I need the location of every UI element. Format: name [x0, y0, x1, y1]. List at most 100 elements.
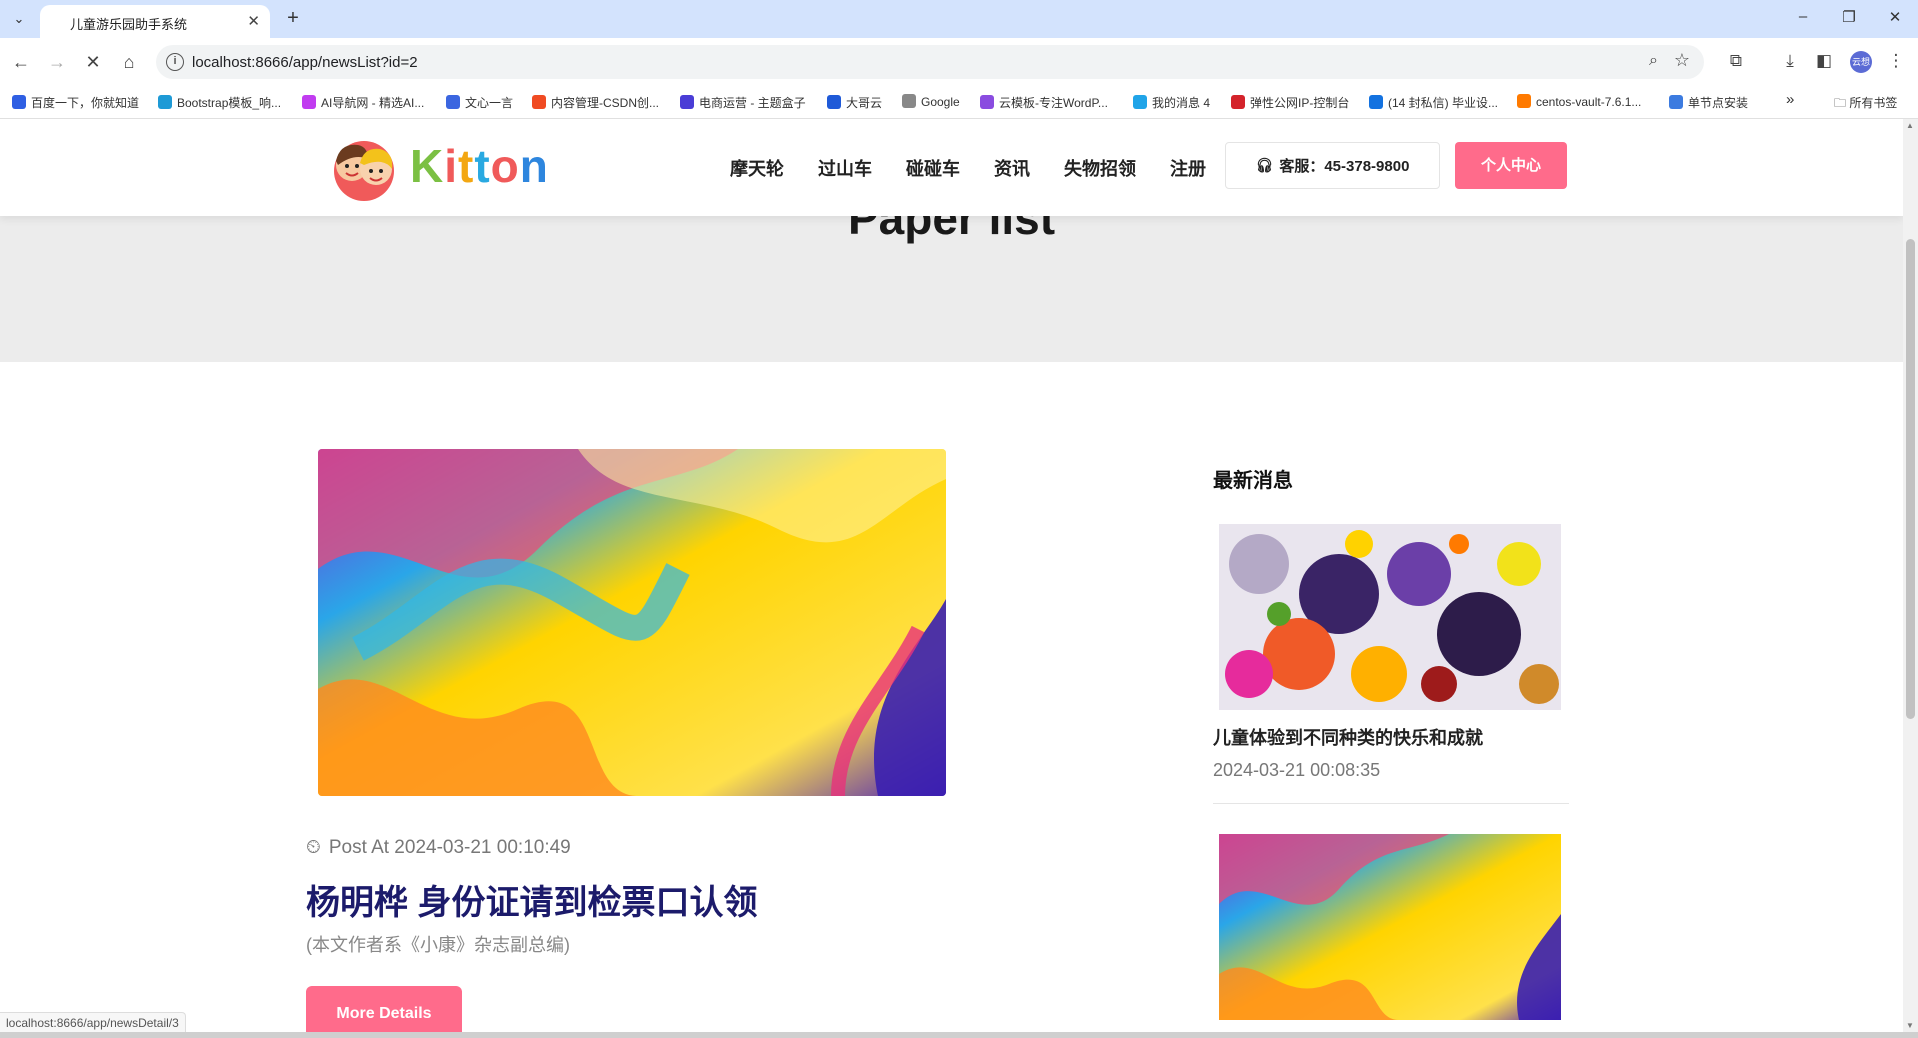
minimize-icon[interactable]: –: [1790, 8, 1816, 30]
bookmark-item[interactable]: 大哥云: [827, 94, 882, 111]
scroll-down-icon[interactable]: ▼: [1906, 1021, 1914, 1030]
divider: [1213, 803, 1569, 804]
home-icon[interactable]: ⌂: [116, 50, 142, 76]
url-text[interactable]: localhost:8666/app/newsList?id=2: [192, 54, 418, 71]
post-date: Post At 2024-03-21 00:10:49: [328, 837, 571, 858]
side-panel-icon[interactable]: ◧: [1812, 50, 1836, 74]
bookmark-item[interactable]: 内容管理-CSDN创...: [532, 94, 659, 111]
nav-item[interactable]: 过山车: [818, 155, 872, 181]
bookmark-favicon-icon: [1517, 94, 1531, 108]
new-tab-icon[interactable]: +: [280, 6, 306, 32]
bookmark-item[interactable]: 弹性公网IP-控制台: [1231, 94, 1349, 111]
more-bookmarks-icon[interactable]: »: [1786, 91, 1794, 108]
news-thumbnail[interactable]: [1219, 834, 1561, 1020]
bookmark-label: centos-vault-7.6.1...: [1536, 95, 1642, 109]
nav-item[interactable]: 碰碰车: [906, 155, 960, 181]
bookmark-favicon-icon: [1133, 95, 1147, 109]
bookmark-item[interactable]: 我的消息 4: [1133, 94, 1210, 111]
menu-kebab-icon[interactable]: ⋮: [1884, 50, 1908, 74]
bookmark-favicon-icon: [532, 95, 546, 109]
main-nav: 摩天轮 过山车 碰碰车 资讯 失物招领 注册: [730, 155, 1240, 181]
bookmark-label: Google: [921, 95, 960, 109]
tab-strip: ⌄ 儿童游乐园助手系统 ✕ + – ❐ ✕: [0, 0, 1918, 38]
bookmark-item[interactable]: 云模板-专注WordP...: [980, 94, 1108, 111]
browser-tab-active[interactable]: 儿童游乐园助手系统 ✕: [40, 5, 270, 38]
bookmark-favicon-icon: [902, 94, 916, 108]
bookmark-favicon-icon: [1669, 95, 1683, 109]
bookmark-favicon-icon: [980, 95, 994, 109]
window-close-icon[interactable]: ✕: [1882, 8, 1908, 30]
tab-search-icon[interactable]: ⌄: [6, 6, 32, 32]
forward-icon[interactable]: →: [44, 50, 70, 76]
bookmark-item[interactable]: Google: [902, 94, 960, 109]
post-excerpt: (本文作者系《小康》杂志副总编): [306, 935, 570, 955]
scrollbar-thumb[interactable]: [1906, 239, 1915, 719]
bookmark-label: 大哥云: [846, 96, 883, 110]
phone-text: 客服：45-378-9800: [1279, 158, 1410, 175]
site-logo[interactable]: Kitton: [324, 131, 549, 201]
news-date: 2024-03-21 00:08:35: [1213, 760, 1381, 780]
bookmark-item[interactable]: 百度一下，你就知道: [12, 94, 139, 111]
tab-close-icon[interactable]: ✕: [247, 12, 260, 30]
download-icon[interactable]: ⤓: [1778, 50, 1802, 74]
bookmark-favicon-icon: [302, 95, 316, 109]
bookmark-item[interactable]: (14 封私信) 毕业设...: [1369, 94, 1498, 111]
folder-icon: 🗀︎: [1834, 96, 1850, 110]
restore-icon[interactable]: ❐: [1836, 8, 1862, 30]
news-title[interactable]: 儿童体验到不同种类的快乐和成就: [1213, 724, 1483, 750]
latest-news-sidebar: 最新消息 儿童体验到不同种类的快乐和成就 2024-03-21 00:08:35: [1213, 464, 1569, 1020]
nav-item[interactable]: 资讯: [994, 155, 1030, 181]
bookmark-favicon-icon: [680, 95, 694, 109]
kids-logo-icon: [334, 141, 394, 201]
browser-chrome: ⌄ 儿童游乐园助手系统 ✕ + – ❐ ✕ ← → ✕ ⌂ i localhos…: [0, 0, 1918, 119]
address-bar[interactable]: i localhost:8666/app/newsList?id=2 ⌕ ☆: [156, 45, 1704, 79]
bookmark-label: 单节点安装: [1688, 96, 1749, 110]
bookmark-label: (14 封私信) 毕业设...: [1388, 96, 1499, 110]
more-details-button[interactable]: More Details: [306, 986, 462, 1032]
status-bar-url: localhost:8666/app/newsDetail/3: [0, 1012, 186, 1032]
nav-item[interactable]: 失物招领: [1064, 155, 1136, 181]
browser-toolbar: ← → ✕ ⌂ i localhost:8666/app/newsList?id…: [0, 38, 1918, 86]
back-icon[interactable]: ←: [8, 50, 34, 76]
zoom-icon[interactable]: ⌕: [1649, 52, 1658, 70]
scroll-up-icon[interactable]: ▲: [1906, 121, 1914, 130]
page-viewport: Paper list Kitton 摩天轮 过山车 碰碰车 资讯 失物招领 注册 🎧︎ 客…: [0, 119, 1903, 1032]
bookmark-label: 弹性公网IP-控制台: [1250, 96, 1350, 110]
all-bookmarks-folder[interactable]: 🗀︎ 所有书签: [1834, 94, 1897, 115]
bookmark-label: 电商运营 - 主题盒子: [699, 96, 806, 110]
bookmark-item[interactable]: 电商运营 - 主题盒子: [680, 94, 806, 111]
bookmark-item[interactable]: Bootstrap模板_响...: [158, 94, 281, 111]
page-scrollbar[interactable]: ▲ ▼: [1903, 119, 1918, 1032]
bookmark-label: 我的消息 4: [1152, 96, 1211, 110]
bookmark-label: 文心一言: [465, 96, 514, 110]
sidebar-title: 最新消息: [1213, 470, 1293, 492]
headset-icon: 🎧︎: [1255, 157, 1274, 173]
post-image[interactable]: [318, 449, 946, 796]
logo-text: Kitton: [410, 140, 549, 192]
bookmarks-bar: 百度一下，你就知道 Bootstrap模板_响... AI导航网 - 精选AI...…: [0, 86, 1918, 119]
bookmark-item[interactable]: AI导航网 - 精选AI...: [302, 94, 424, 111]
nav-item[interactable]: 注册: [1170, 155, 1206, 181]
bookmark-star-icon[interactable]: ☆: [1674, 50, 1690, 71]
extensions-icon[interactable]: ⧉: [1724, 50, 1748, 74]
news-thumbnail[interactable]: [1219, 524, 1561, 710]
bookmark-item[interactable]: centos-vault-7.6.1...: [1517, 94, 1641, 109]
bookmark-label: 云模板-专注WordP...: [999, 96, 1108, 110]
post-title[interactable]: 杨明桦 身份证请到检票口认领: [306, 875, 757, 924]
bookmark-favicon-icon: [827, 95, 841, 109]
bookmark-favicon-icon: [158, 95, 172, 109]
bookmark-label: AI导航网 - 精选AI...: [321, 96, 425, 110]
user-center-button[interactable]: 个人中心: [1455, 142, 1567, 189]
site-info-icon[interactable]: i: [166, 53, 184, 71]
bookmark-label: 百度一下，你就知道: [31, 96, 140, 110]
nav-item[interactable]: 摩天轮: [730, 155, 784, 181]
stop-loading-icon[interactable]: ✕: [80, 50, 106, 76]
bookmark-favicon-icon: [1231, 95, 1245, 109]
window-bottom-edge: [0, 1032, 1918, 1038]
post-meta: ⏲ Post At 2024-03-21 00:10:49: [306, 837, 571, 859]
bookmark-item[interactable]: 文心一言: [446, 94, 513, 111]
bookmark-favicon-icon: [1369, 95, 1383, 109]
bookmark-favicon-icon: [446, 95, 460, 109]
profile-avatar[interactable]: 云想: [1850, 51, 1872, 73]
bookmark-item[interactable]: 单节点安装: [1669, 94, 1748, 111]
